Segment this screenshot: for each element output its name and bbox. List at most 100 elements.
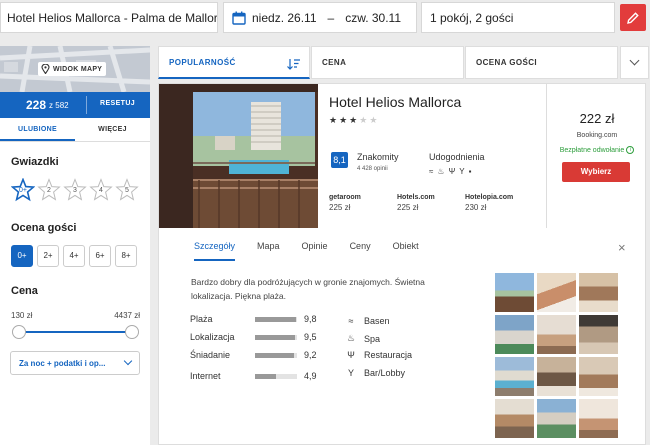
rating-row-location: Lokalizacja 9,5 [190, 332, 317, 342]
rating-row-breakfast: Śniadanie 9,2 [190, 350, 317, 360]
hotel-details-panel: Szczegóły Mapa Opinie Ceny Obiekt × Bard… [158, 228, 646, 445]
rating-bar-fill [255, 334, 295, 340]
map-preview[interactable]: WIDOK MAPY [0, 46, 150, 92]
results-total: z 582 [49, 100, 69, 110]
choose-button[interactable]: Wybierz [562, 162, 630, 182]
star-filter-3[interactable]: 3 [63, 178, 87, 202]
rating-label: Śniadanie [190, 350, 231, 360]
sort-more-button[interactable] [620, 46, 649, 79]
photo-gallery [495, 273, 620, 438]
restaurant-icon: Ψ [448, 167, 456, 176]
reset-filters-button[interactable]: RESETUJ [100, 100, 135, 107]
price-mode-select[interactable]: Za noc + podatki i op... [10, 351, 140, 375]
date-range-field[interactable]: niedz. 26.11 – czw. 30.11 [223, 2, 417, 33]
gallery-photo[interactable] [537, 399, 576, 438]
results-count-bar: 228 z 582 RESETUJ [0, 92, 150, 118]
provider-hotelopia[interactable]: Hotelopia.com 230 zł [465, 194, 532, 212]
gallery-photo[interactable] [495, 399, 534, 438]
gallery-photo[interactable] [495, 357, 534, 396]
stars-filter: 0+ 2 3 4 5 [10, 177, 150, 202]
provider-getaroom[interactable]: getaroom 225 zł [329, 194, 396, 212]
star-empty-icon: ★ [369, 115, 378, 125]
tab-more[interactable]: WIĘCEJ [75, 118, 150, 141]
rating-bar-fill [255, 373, 276, 379]
provider-price: 225 zł [329, 203, 351, 212]
tab-map[interactable]: Mapa [257, 241, 280, 261]
sort-price-label: CENA [322, 58, 347, 67]
gallery-photo[interactable] [537, 315, 576, 354]
price-range-labels: 130 zł 4437 zł [11, 311, 140, 320]
details-tabs: Szczegóły Mapa Opinie Ceny Obiekt [194, 241, 441, 261]
star-empty-icon: ★ [359, 115, 368, 125]
slider-handle-max[interactable] [125, 325, 139, 339]
best-price: 222 zł [579, 111, 615, 126]
tab-details[interactable]: Szczegóły [194, 241, 236, 261]
sort-rating[interactable]: OCENA GOŚCI [465, 46, 618, 79]
hotel-info: Hotel Helios Mallorca ★ ★ ★ ★ ★ 8,1 Znak… [329, 84, 547, 212]
divider [86, 96, 87, 114]
free-cancellation-label: Bezpłatne odwołanie [559, 146, 625, 154]
amenity-label: Bar/Lobby [364, 368, 406, 378]
rating-value: 9,8 [304, 314, 317, 324]
rating-bar-fill [255, 316, 297, 322]
stars-filter-title: Gwiazdki [11, 156, 59, 168]
map-pin-icon [41, 64, 50, 74]
rating-filter-6[interactable]: 6+ [89, 245, 111, 267]
sort-price[interactable]: CENA [311, 46, 464, 79]
tab-reviews[interactable]: Opinie [302, 241, 328, 261]
gallery-photo[interactable] [579, 357, 618, 396]
slider-handle-min[interactable] [12, 325, 26, 339]
edit-search-button[interactable] [620, 4, 646, 31]
sort-order-icon [287, 59, 300, 70]
star-filter-2[interactable]: 2 [37, 178, 61, 202]
rating-filter-8[interactable]: 8+ [115, 245, 137, 267]
sort-popularity[interactable]: POPULARNOŚĆ [158, 46, 310, 79]
star-filled-icon: ★ [339, 115, 348, 125]
rating-filter-4[interactable]: 4+ [63, 245, 85, 267]
rating-value: 9,5 [304, 332, 317, 342]
price-min: 130 zł [11, 311, 33, 320]
hotel-stars: ★ ★ ★ ★ ★ [329, 115, 547, 126]
rooms-guests-field[interactable]: 1 pokój, 2 gości [421, 2, 615, 33]
rating-filter-2[interactable]: 2+ [37, 245, 59, 267]
star-filter-4[interactable]: 4 [89, 178, 113, 202]
info-icon[interactable]: i [626, 146, 635, 154]
reviews-count[interactable]: 4 428 opinii [357, 166, 388, 172]
amenity-pool: ≈ Basen [344, 316, 390, 326]
gallery-photo[interactable] [495, 273, 534, 312]
hotel-photo[interactable] [159, 84, 318, 230]
price-filter-title: Cena [11, 285, 38, 297]
chevron-down-icon [123, 356, 133, 366]
star-filter-0[interactable]: 0+ [10, 177, 36, 202]
tab-prices[interactable]: Ceny [350, 241, 371, 261]
close-icon[interactable]: × [618, 240, 626, 255]
star-filled-icon: ★ [329, 115, 338, 125]
gallery-photo[interactable] [495, 315, 534, 354]
amenity-label: Restauracja [364, 350, 413, 360]
hotel-name[interactable]: Hotel Helios Mallorca [329, 94, 547, 110]
star-filter-5[interactable]: 5 [115, 178, 139, 202]
destination-field[interactable]: Hotel Helios Mallorca - Palma de Mallorc… [0, 2, 218, 33]
rating-label: Plaża [190, 314, 213, 324]
gallery-photo[interactable] [537, 273, 576, 312]
rating-row-internet: Internet 4,9 [190, 371, 317, 381]
star-filter-label: 2 [47, 187, 51, 194]
price-slider[interactable] [12, 325, 139, 339]
map-view-button[interactable]: WIDOK MAPY [38, 62, 107, 76]
top-search-bar: Hotel Helios Mallorca - Palma de Mallorc… [0, 0, 650, 35]
provider-name: Hotelopia.com [465, 194, 514, 201]
gallery-photo[interactable] [537, 357, 576, 396]
rating-filter-0[interactable]: 0+ [11, 245, 33, 267]
cocktail-icon: Y [459, 167, 465, 176]
rating-bar-fill [255, 352, 294, 358]
gallery-photo[interactable] [579, 273, 618, 312]
amenity-bar: Y Bar/Lobby [344, 368, 405, 378]
tab-favorites[interactable]: ULUBIONE [0, 118, 75, 141]
star-filter-label: 4 [99, 187, 103, 194]
gallery-photo[interactable] [579, 315, 618, 354]
gallery-photo[interactable] [579, 399, 618, 438]
pencil-icon [627, 11, 639, 24]
tab-property[interactable]: Obiekt [393, 241, 419, 261]
provider-hotels-com[interactable]: Hotels.com 225 zł [397, 194, 464, 212]
rooms-guests-value: 1 pokój, 2 gości [430, 10, 514, 25]
